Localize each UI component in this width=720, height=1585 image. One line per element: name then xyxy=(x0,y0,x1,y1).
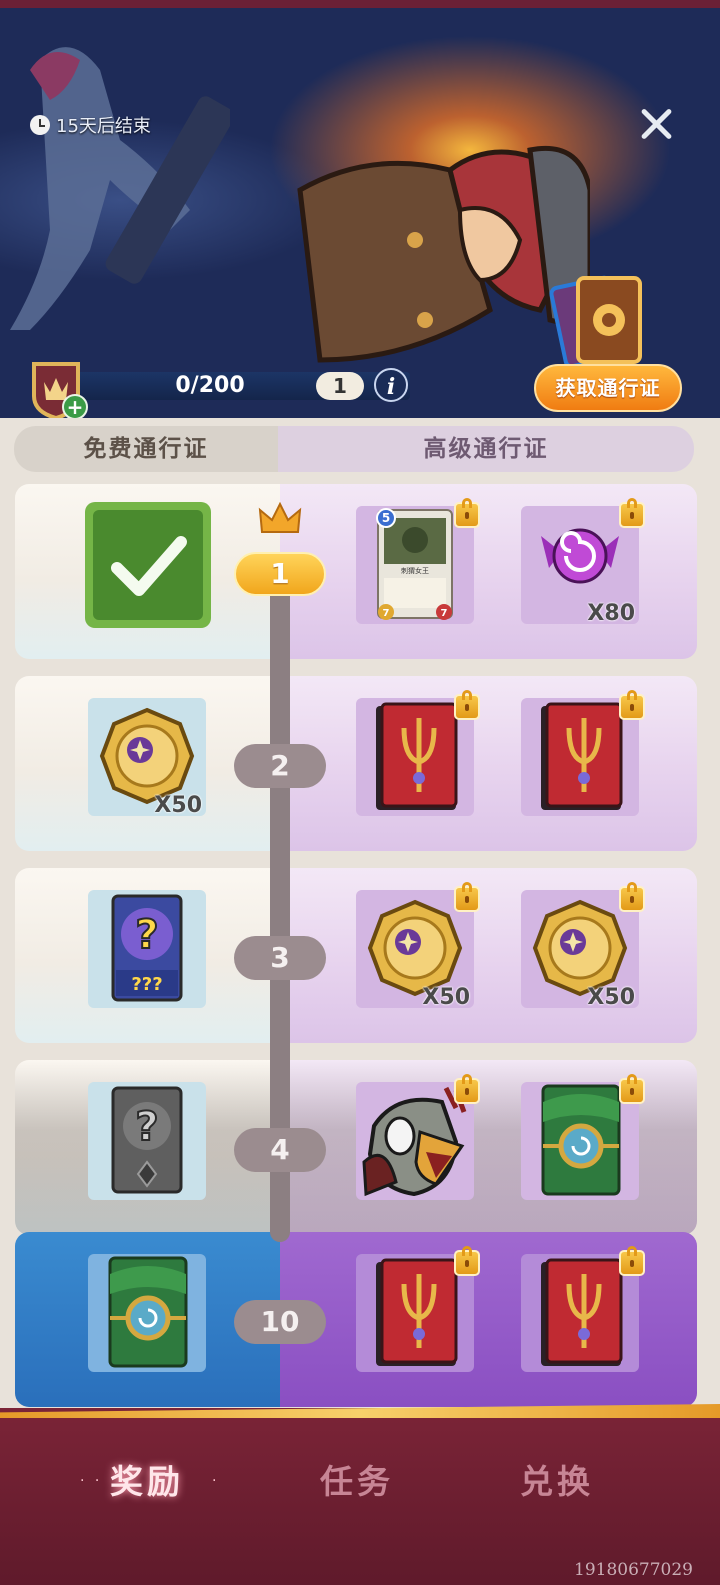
nav-tab-exchange[interactable]: 兑换 xyxy=(520,1455,594,1503)
level-node-10: 10 xyxy=(234,1300,326,1344)
watermark-text: 19180677029 xyxy=(574,1560,693,1580)
reward-slot-free[interactable]: ? ??? xyxy=(88,890,206,1008)
nav-tab-tasks[interactable]: 任务 xyxy=(320,1455,394,1503)
timer-text: 15天后结束 xyxy=(56,116,151,137)
pass-tabs: 免费通行证 高级通行证 xyxy=(14,426,694,472)
reward-slot-premium-2[interactable] xyxy=(521,690,645,816)
close-button[interactable] xyxy=(636,104,676,144)
reward-quantity: X50 xyxy=(587,985,635,1010)
lock-icon xyxy=(454,498,480,528)
heroine-illustration xyxy=(10,47,230,330)
pass-card-icon xyxy=(549,275,642,364)
nav-tab-rewards[interactable]: 奖励 xyxy=(110,1455,184,1503)
reward-slot-premium-2[interactable] xyxy=(521,1246,645,1372)
level-node-4: 4 xyxy=(234,1128,326,1172)
reward-slot-premium-2[interactable] xyxy=(521,1074,645,1200)
hero-illustration xyxy=(297,145,590,363)
progress-text: 0/200 xyxy=(175,373,245,398)
reward-row-level-1: 5 刺猬女王 7 7 X80 xyxy=(15,484,697,659)
card-attack: 7 xyxy=(383,608,390,619)
mystery-card-gray-icon: ? xyxy=(111,1086,183,1194)
lock-icon xyxy=(454,1074,480,1104)
crown-icon xyxy=(258,502,302,533)
reward-slot-premium-1[interactable]: X50 xyxy=(356,882,480,1010)
lock-icon xyxy=(619,1074,645,1104)
info-icon[interactable]: i xyxy=(374,368,408,402)
pass-progress-row: 0/200 1 i + 获取通行证 xyxy=(0,358,720,418)
current-level: 1 xyxy=(316,372,364,400)
reward-slot-premium-1[interactable] xyxy=(356,1074,480,1200)
claimed-card-back-icon xyxy=(85,502,211,628)
card-name: 刺猬女王 xyxy=(401,566,429,575)
tab-free-pass[interactable]: 免费通行证 xyxy=(14,426,278,472)
reward-slot-premium-1[interactable] xyxy=(356,1246,480,1372)
banner-top-border xyxy=(0,0,720,8)
reward-quantity: X80 xyxy=(587,601,635,626)
reward-slot-free[interactable] xyxy=(85,502,211,628)
lock-icon xyxy=(619,498,645,528)
reward-slot-premium-1[interactable]: 5 刺猬女王 7 7 xyxy=(356,498,480,624)
lock-icon xyxy=(454,882,480,912)
reward-row-level-3: ? ??? X50 X50 xyxy=(15,868,697,1043)
reward-slot-premium-2[interactable]: X80 xyxy=(521,498,645,626)
lock-icon xyxy=(454,690,480,720)
svg-text:?: ? xyxy=(135,1104,158,1150)
reward-slot-free[interactable]: X50 xyxy=(88,698,206,818)
level-node-1: 1 xyxy=(234,552,326,596)
lock-icon xyxy=(619,690,645,720)
level-node-3: 3 xyxy=(234,936,326,980)
reward-row-level-4: ? xyxy=(15,1060,697,1235)
reward-row-level-2: X50 xyxy=(15,676,697,851)
lock-icon xyxy=(454,1246,480,1276)
lock-icon xyxy=(619,1246,645,1276)
tab-premium-pass[interactable]: 高级通行证 xyxy=(278,426,694,472)
card-health: 7 xyxy=(441,608,448,619)
season-timer: 15天后结束 xyxy=(30,112,151,138)
get-pass-button[interactable]: 获取通行证 xyxy=(534,364,682,412)
svg-text:?: ? xyxy=(135,912,158,958)
card-cost: 5 xyxy=(382,511,390,525)
reward-slot-free[interactable] xyxy=(88,1254,206,1372)
reward-quantity: X50 xyxy=(422,985,470,1010)
add-level-button[interactable]: + xyxy=(62,394,88,418)
clock-icon xyxy=(30,115,50,135)
reward-slot-premium-1[interactable] xyxy=(356,690,480,816)
reward-quantity: X50 xyxy=(154,793,202,818)
green-card-back-icon xyxy=(108,1256,188,1368)
reward-slot-premium-2[interactable]: X50 xyxy=(521,882,645,1010)
reward-row-level-10 xyxy=(15,1232,697,1407)
mystery-card-icon: ? ??? xyxy=(111,894,183,1002)
season-banner: 15天后结束 0/200 1 i + 获取通行证 xyxy=(0,0,720,418)
level-node-2: 2 xyxy=(234,744,326,788)
nav-decoration-left: · · xyxy=(80,1473,103,1489)
reward-slot-free[interactable]: ? xyxy=(88,1082,206,1200)
mystery-card-text: ??? xyxy=(131,974,162,995)
lock-icon xyxy=(619,882,645,912)
nav-decoration-right: · xyxy=(212,1473,220,1489)
